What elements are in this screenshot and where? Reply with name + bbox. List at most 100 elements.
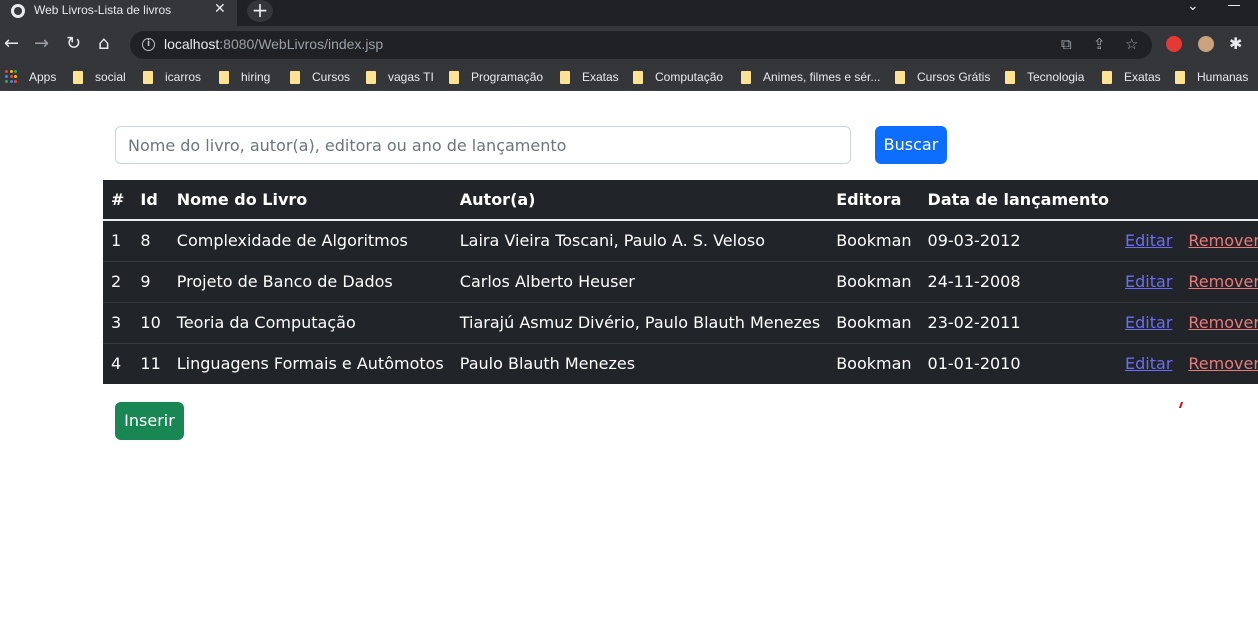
folder-icon <box>633 70 643 84</box>
row-book-name: Teoria da Computação <box>168 301 452 343</box>
row-index: 2 <box>103 260 133 302</box>
translate-icon[interactable]: ⧉ <box>1061 35 1072 53</box>
folder-icon <box>1175 70 1185 84</box>
edit-link[interactable]: Editar <box>1125 231 1172 250</box>
bookmark-apps[interactable]: Apps <box>5 69 56 85</box>
row-release-date: 09-03-2012 <box>927 231 1021 251</box>
row-author: Laira Vieira Toscani, Paulo A. S. Veloso <box>459 231 765 251</box>
row-index: 1 <box>111 231 122 251</box>
home-icon[interactable]: ⌂ <box>98 34 109 54</box>
row-remove-cell: Remover <box>1180 301 1258 343</box>
header-publisher: Editora <box>828 180 920 221</box>
bookmark-folder[interactable]: Cursos <box>290 69 350 85</box>
extension-avatar-icon[interactable] <box>1198 36 1214 52</box>
row-id: 8 <box>140 231 151 251</box>
share-icon[interactable]: ⇪ <box>1093 35 1106 53</box>
bookmark-star-icon[interactable]: ☆ <box>1125 35 1138 53</box>
bookmark-folder[interactable]: social <box>73 69 126 85</box>
row-edit-cell: Editar <box>1117 342 1181 384</box>
edit-link[interactable]: Editar <box>1125 272 1172 291</box>
folder-icon <box>219 70 229 84</box>
bookmark-folder[interactable]: Programação <box>449 69 543 85</box>
search-input[interactable] <box>115 126 851 164</box>
header-author: Autor(a) <box>451 180 829 221</box>
header-id: Id <box>132 180 169 221</box>
remove-link[interactable]: Remover <box>1188 354 1258 373</box>
row-release-date: 23-02-2011 <box>919 301 1118 343</box>
books-table: # Id Nome do Livro Autor(a) Editora Data… <box>103 180 1258 384</box>
bookmark-folder[interactable]: Exatas <box>560 69 619 85</box>
remove-link[interactable]: Remover <box>1188 231 1258 250</box>
row-index: 4 <box>103 342 133 384</box>
extensions-puzzle-icon[interactable]: ✱ <box>1229 34 1242 54</box>
row-edit-cell: Editar <box>1117 220 1180 261</box>
row-remove-cell: Remover <box>1180 260 1258 302</box>
row-author: Tiarajú Asmuz Divério, Paulo Blauth Mene… <box>451 301 829 343</box>
browser-toolbar: ← → ↻ ⌂ i localhost:8080/WebLivros/index… <box>0 26 1258 64</box>
edit-link[interactable]: Editar <box>1125 313 1172 332</box>
folder-icon <box>366 70 376 84</box>
url-text[interactable]: localhost:8080/WebLivros/index.jsp <box>164 36 383 52</box>
row-release-date: 24-11-2008 <box>919 260 1118 302</box>
row-id: 10 <box>132 301 169 343</box>
globe-icon <box>11 4 25 18</box>
folder-icon <box>1102 70 1112 84</box>
bookmark-folder[interactable]: hiring <box>219 69 270 85</box>
bookmark-folder[interactable]: Tecnologia <box>1005 69 1084 85</box>
search-button[interactable]: Buscar <box>875 126 947 164</box>
header-book-name: Nome do Livro <box>168 180 452 221</box>
folder-icon <box>449 70 459 84</box>
page-content: Buscar # Id Nome do Livro Autor(a) Edito… <box>0 96 1258 632</box>
row-id: 11 <box>132 342 169 384</box>
row-publisher: Bookman <box>836 231 912 251</box>
row-publisher: Bookman <box>828 260 920 302</box>
bookmarks-bar: Apps social icarros hiring Cursos vagas … <box>0 64 1258 91</box>
remove-link[interactable]: Remover <box>1188 272 1258 291</box>
reload-icon[interactable]: ↻ <box>66 34 81 54</box>
bookmark-folder[interactable]: icarros <box>143 69 201 85</box>
tab-search-chevron-icon[interactable]: ⌄ <box>1187 0 1199 14</box>
bookmark-folder[interactable]: Computação <box>633 69 723 85</box>
row-author: Paulo Blauth Menezes <box>451 342 829 384</box>
bookmark-folder[interactable]: Exatas <box>1102 69 1161 85</box>
apps-grid-icon <box>5 70 19 84</box>
folder-icon <box>143 70 153 84</box>
table-row: 1 8 Complexidade de Algoritmos Laira Vie… <box>103 220 1258 261</box>
row-id: 9 <box>132 260 169 302</box>
browser-tab[interactable]: Web Livros-Lista de livros ✕ <box>0 0 237 26</box>
row-remove-cell: Remover <box>1180 220 1258 261</box>
new-tab-button[interactable]: + <box>247 0 273 22</box>
table-header-row: # Id Nome do Livro Autor(a) Editora Data… <box>103 180 1258 221</box>
row-publisher: Bookman <box>828 301 920 343</box>
row-book-name: Linguagens Formais e Autômotos <box>168 342 452 384</box>
extension-adblock-icon[interactable] <box>1166 36 1182 52</box>
close-tab-icon[interactable]: ✕ <box>214 1 226 17</box>
folder-icon <box>741 70 751 84</box>
row-index: 3 <box>103 301 133 343</box>
bookmark-folder[interactable]: Animes, filmes e sér... <box>741 69 880 85</box>
row-release-date: 01-01-2010 <box>919 342 1118 384</box>
row-publisher: Bookman <box>828 342 920 384</box>
row-book-name: Complexidade de Algoritmos <box>176 231 408 251</box>
edit-link[interactable]: Editar <box>1125 354 1172 373</box>
header-index: # <box>103 180 133 221</box>
folder-icon <box>895 70 905 84</box>
remove-link[interactable]: Remover <box>1188 313 1258 332</box>
row-book-name: Projeto de Banco de Dados <box>168 260 452 302</box>
row-edit-cell: Editar <box>1117 301 1181 343</box>
bookmark-folder[interactable]: Humanas <box>1175 69 1248 85</box>
header-release-date: Data de lançamento <box>919 180 1118 221</box>
forward-arrow-icon[interactable]: → <box>34 34 49 54</box>
header-edit-actions <box>1117 180 1181 221</box>
minimize-icon[interactable] <box>1228 5 1240 6</box>
bookmark-folder[interactable]: Cursos Grátis <box>895 69 990 85</box>
row-remove-cell: Remover <box>1180 342 1258 384</box>
address-bar[interactable]: i localhost:8080/WebLivros/index.jsp ⧉ ⇪… <box>130 31 1152 59</box>
folder-icon <box>290 70 300 84</box>
bookmark-folder[interactable]: vagas TI <box>366 69 434 85</box>
insert-button[interactable]: Inserir <box>115 402 184 440</box>
tab-title: Web Livros-Lista de livros <box>34 3 172 17</box>
site-info-icon[interactable]: i <box>142 38 155 51</box>
table-row: 3 10 Teoria da Computação Tiarajú Asmuz … <box>103 301 1258 343</box>
back-arrow-icon[interactable]: ← <box>4 34 19 54</box>
